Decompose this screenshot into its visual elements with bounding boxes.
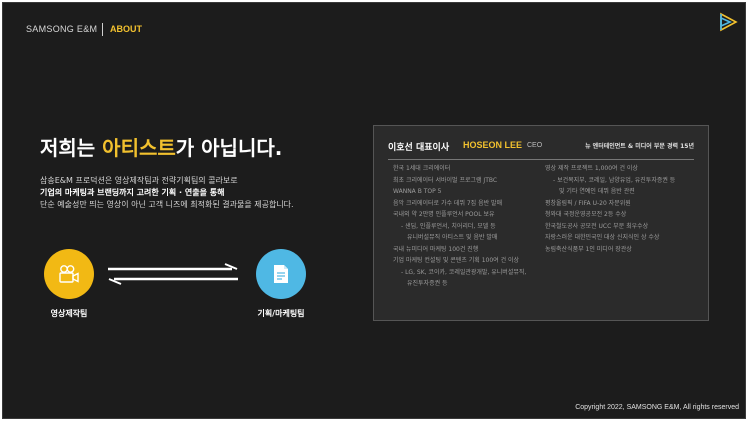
intro-line-3: 단순 예술성만 띄는 영상이 아닌 고객 니즈에 최적화된 결과물을 제공합니다… <box>40 200 294 209</box>
header-divider <box>102 23 103 36</box>
list-item: 음악 크리에이터로 가수 데뷔 7집 음반 발매 <box>393 199 503 207</box>
list-item: 청와대 국정운영공모전 2등 수상 <box>545 211 627 218</box>
page-title: 저희는 아티스트가 아닙니다. <box>40 132 282 161</box>
video-team-badge <box>44 249 94 299</box>
career-list-right: 영상 제작 프로젝트 1,000여 건 이상 - 보건복지부, 코레일, 남양유… <box>545 163 675 255</box>
list-item: 자랑스러운 대한민국인 대상 신지식인 상 수상 <box>545 234 660 241</box>
play-triangle-logo-icon <box>720 12 738 32</box>
list-item: - 보건복지부, 코레일, 남양유업, 유진투자증권 등 <box>553 176 676 184</box>
nav-about[interactable]: ABOUT <box>110 24 142 34</box>
list-item: 영상 제작 프로젝트 1,000여 건 이상 <box>545 165 638 172</box>
ceo-career-tagline: 뉴 엔터테인먼트 & 미디어 부문 경력 15년 <box>585 143 694 150</box>
list-item: 기업 마케팅 컨설팅 및 콘텐츠 기획 100여 건 이상 <box>393 257 520 264</box>
camera-icon <box>59 265 79 283</box>
list-item: 및 기타 연예인 데뷔 음반 관련 <box>559 188 635 195</box>
video-team-label: 영상제작팀 <box>50 309 88 318</box>
brand-name: SAMSONG E&M <box>26 24 98 34</box>
list-item: 유니버설뮤직 아티스트 및 음반 발매 <box>407 234 498 241</box>
ceo-role: CEO <box>527 142 543 149</box>
exchange-arrows <box>108 263 238 285</box>
list-item: 한국철도공사 공모전 UCC 부문 최우수상 <box>545 222 649 230</box>
list-item: 평창올림픽 / FIFA U-20 자문위원 <box>545 199 631 207</box>
headline-pre: 저희는 <box>40 136 103 160</box>
intro-line-2: 기업의 마케팅과 브랜딩까지 고려한 기획 · 연출을 통해 <box>40 188 225 197</box>
list-item: 농림축산식품부 1인 미디어 장관상 <box>545 245 632 253</box>
slide: SAMSONG E&M ABOUT 저희는 아티스트가 아닙니다. 삼송E&M … <box>2 2 746 419</box>
list-item: 국내외 약 2만명 인플루언서 POOL 보유 <box>393 211 495 218</box>
headline-highlight: 아티스트 <box>102 136 176 160</box>
intro-text: 삼송E&M 프로덕션은 영상제작팀과 전략기획팀의 콜라보로 기업의 마케팅과 … <box>40 175 294 211</box>
list-item: 최초 크리에이터 서바이벌 프로그램 JTBC <box>393 176 498 184</box>
planning-team-label: 기획/마케팅팀 <box>257 309 305 318</box>
intro-line-1: 삼송E&M 프로덕션은 영상제작팀과 전략기획팀의 콜라보로 <box>40 176 238 185</box>
headline-post: 가 아닙니다. <box>175 136 283 160</box>
ceo-name: 이호선 대표이사 <box>388 143 450 153</box>
list-item: 국내 뉴미디어 마케팅 100건 진행 <box>393 245 479 253</box>
list-item: WANNA B TOP 5 <box>393 188 442 195</box>
profile-header: 이호선 대표이사 HOSEON LEE CEO 뉴 엔터테인먼트 & 미디어 부… <box>388 137 694 160</box>
planning-team-badge <box>256 249 306 299</box>
list-item: 한국 1세대 크리에이터 <box>393 165 451 172</box>
list-item: - LG, SK, 코이카, 코레일관광개발, 유니버설뮤직, <box>401 268 527 276</box>
list-item: 유진투자증권 등 <box>407 280 448 287</box>
ceo-profile-card: 이호선 대표이사 HOSEON LEE CEO 뉴 엔터테인먼트 & 미디어 부… <box>373 125 709 321</box>
document-icon <box>274 265 288 283</box>
ceo-english-name: HOSEON LEE <box>463 140 523 150</box>
career-list-left: 한국 1세대 크리에이터 최초 크리에이터 서바이벌 프로그램 JTBC WAN… <box>393 163 526 290</box>
copyright-text: Copyright 2022, SAMSONG E&M, All rights … <box>575 404 739 411</box>
list-item: - 샌딥, 인플루언서, 치어리더, 모델 등 <box>401 222 496 230</box>
